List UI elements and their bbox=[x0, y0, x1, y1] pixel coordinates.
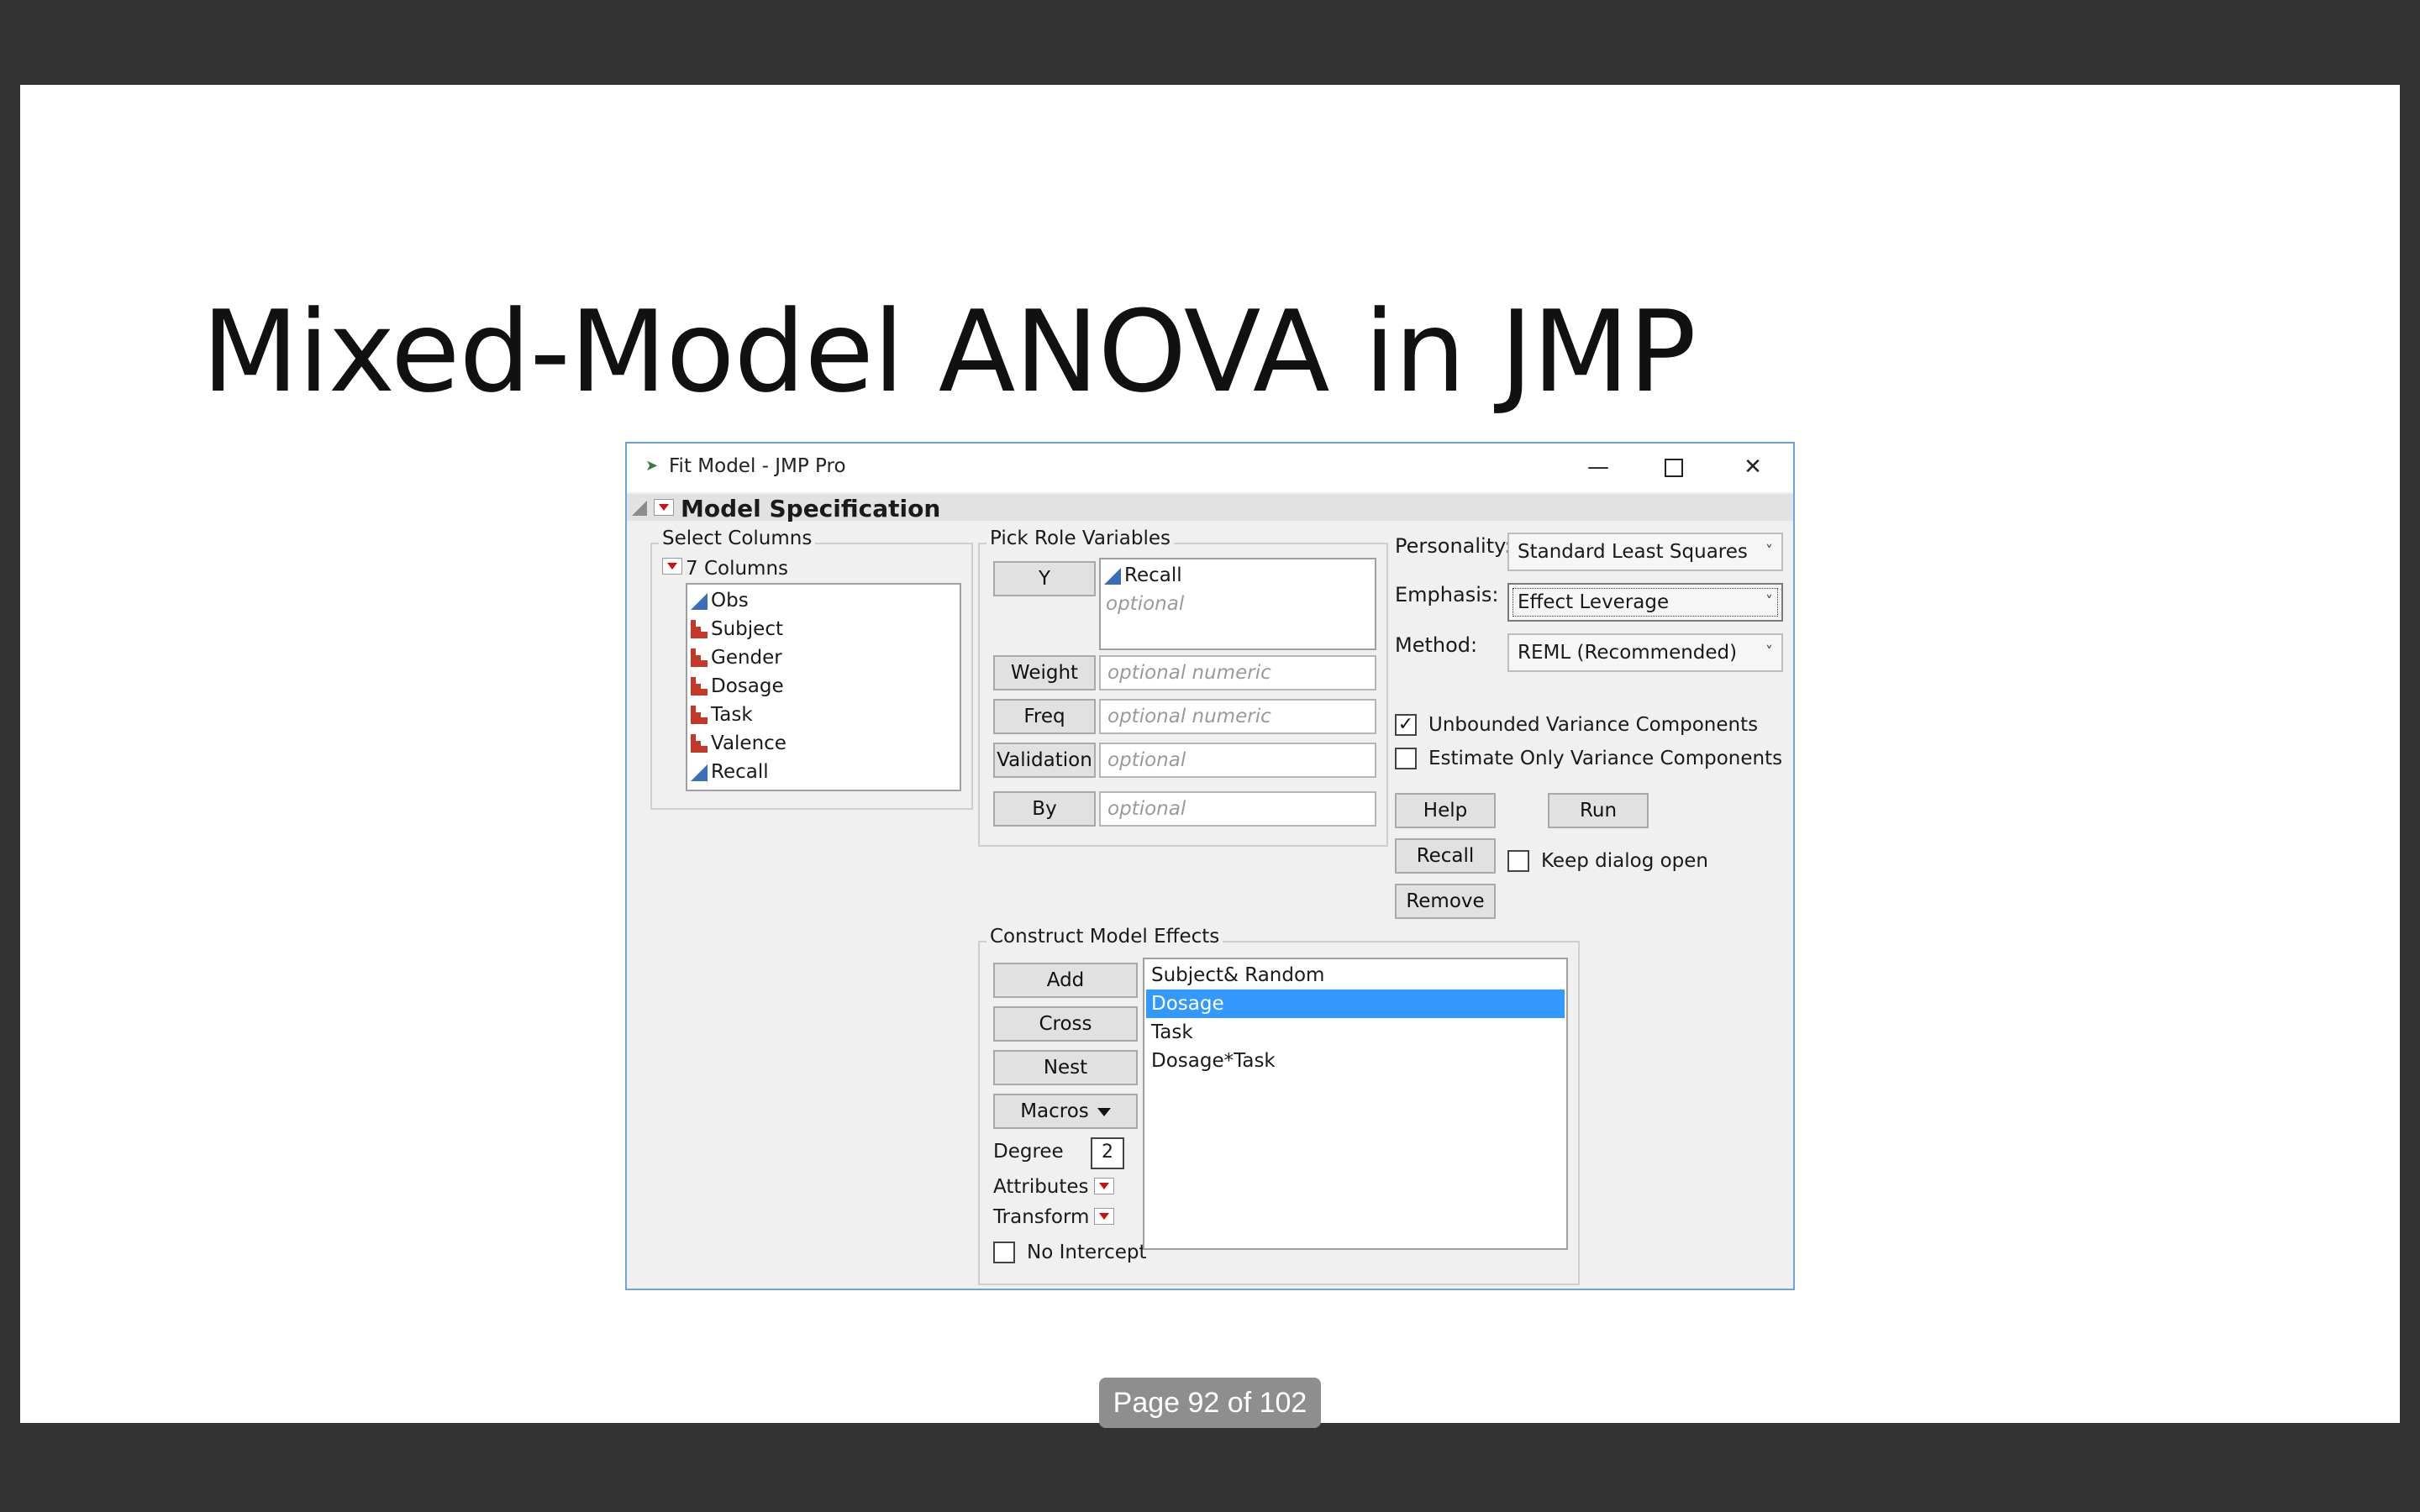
pick-role-variables-label: Pick Role Variables bbox=[986, 528, 1175, 549]
transform-label: Transform bbox=[993, 1206, 1090, 1228]
columns-menu-icon[interactable] bbox=[662, 558, 682, 575]
estimate-only-variance-label: Estimate Only Variance Components bbox=[1428, 748, 1783, 769]
estimate-only-variance-checkbox[interactable] bbox=[1395, 748, 1417, 769]
method-label: Method: bbox=[1395, 633, 1478, 657]
by-role-field[interactable]: optional bbox=[1099, 791, 1376, 827]
macros-button[interactable]: Macros bbox=[993, 1094, 1138, 1129]
degree-label: Degree bbox=[993, 1141, 1064, 1163]
chevron-down-icon: ˅ bbox=[1765, 643, 1773, 661]
window-title: Fit Model - JMP Pro bbox=[669, 455, 846, 477]
effect-item[interactable]: Dosage bbox=[1146, 990, 1565, 1018]
dropdown-arrow-icon bbox=[1097, 1107, 1111, 1116]
method-dropdown[interactable]: REML (Recommended) ˅ bbox=[1507, 633, 1783, 672]
continuous-icon bbox=[691, 593, 708, 610]
nominal-icon bbox=[691, 620, 709, 638]
y-role-value: Recall bbox=[1124, 564, 1182, 586]
keep-dialog-open-label: Keep dialog open bbox=[1541, 850, 1709, 872]
focus-ring bbox=[1512, 588, 1778, 617]
personality-value: Standard Least Squares bbox=[1518, 541, 1748, 563]
column-name: Task bbox=[711, 704, 753, 726]
validation-role-field[interactable]: optional bbox=[1099, 743, 1376, 778]
no-intercept-label: No Intercept bbox=[1027, 1242, 1147, 1263]
disclosure-icon[interactable] bbox=[632, 501, 647, 516]
help-button[interactable]: Help bbox=[1395, 793, 1496, 828]
column-item[interactable]: Dosage bbox=[687, 672, 784, 701]
effect-item[interactable]: Subject& Random bbox=[1146, 961, 1565, 990]
y-role-item[interactable]: Recall bbox=[1101, 561, 1182, 590]
construct-model-effects-label: Construct Model Effects bbox=[986, 926, 1223, 948]
personality-label: Personality: bbox=[1395, 534, 1512, 558]
column-item[interactable]: Subject bbox=[687, 615, 783, 643]
cross-button[interactable]: Cross bbox=[993, 1006, 1138, 1042]
column-item[interactable]: Obs bbox=[687, 586, 749, 615]
model-specification-title: Model Specification bbox=[681, 495, 941, 522]
column-name: Obs bbox=[711, 590, 749, 612]
columns-count: 7 Columns bbox=[686, 558, 789, 580]
weight-role-button[interactable]: Weight bbox=[993, 655, 1096, 690]
unbounded-variance-checkbox[interactable]: ✓ bbox=[1395, 714, 1417, 736]
keep-dialog-open-checkbox[interactable] bbox=[1507, 850, 1529, 872]
jmp-app-icon: ➤ bbox=[645, 457, 659, 475]
nest-button[interactable]: Nest bbox=[993, 1050, 1138, 1085]
red-triangle-menu-icon[interactable] bbox=[654, 499, 674, 516]
weight-role-field[interactable]: optional numeric bbox=[1099, 655, 1376, 690]
degree-input[interactable]: 2 bbox=[1091, 1137, 1124, 1169]
y-role-placeholder: optional bbox=[1106, 593, 1185, 615]
column-name: Recall bbox=[711, 761, 769, 783]
fit-model-dialog: ➤ Fit Model - JMP Pro — ✕ Model Specific… bbox=[625, 442, 1795, 1290]
effect-item[interactable]: Dosage*Task bbox=[1146, 1047, 1565, 1075]
attributes-menu-icon[interactable] bbox=[1094, 1178, 1114, 1194]
macros-label: Macros bbox=[1020, 1100, 1089, 1122]
select-columns-label: Select Columns bbox=[659, 528, 816, 549]
method-value: REML (Recommended) bbox=[1518, 642, 1738, 664]
column-name: Dosage bbox=[711, 675, 784, 697]
emphasis-dropdown[interactable]: Effect Leverage ˅ bbox=[1507, 583, 1783, 622]
nominal-icon bbox=[691, 677, 709, 696]
transform-menu-icon[interactable] bbox=[1094, 1208, 1114, 1225]
minimize-button[interactable]: — bbox=[1580, 450, 1617, 484]
column-item[interactable]: Gender bbox=[687, 643, 782, 672]
column-name: Gender bbox=[711, 647, 782, 669]
maximize-icon bbox=[1665, 458, 1683, 477]
attributes-label: Attributes bbox=[993, 1176, 1089, 1198]
model-effects-list[interactable]: Subject& Random Dosage Task Dosage*Task bbox=[1143, 958, 1568, 1250]
emphasis-label: Emphasis: bbox=[1395, 583, 1499, 606]
slide-title: Mixed-Model ANOVA in JMP bbox=[202, 286, 1697, 417]
columns-list[interactable]: Obs Subject Gender Dosage Task Valence Recall bbox=[686, 583, 961, 791]
y-role-list[interactable]: Recall optional bbox=[1099, 558, 1376, 650]
freq-role-button[interactable]: Freq bbox=[993, 699, 1096, 734]
window-titlebar: ➤ Fit Model - JMP Pro — ✕ bbox=[627, 444, 1793, 492]
column-name: Subject bbox=[711, 618, 783, 640]
validation-role-button[interactable]: Validation bbox=[993, 743, 1096, 778]
unbounded-variance-label: Unbounded Variance Components bbox=[1428, 714, 1759, 736]
run-button[interactable]: Run bbox=[1548, 793, 1649, 828]
nominal-icon bbox=[691, 734, 709, 753]
personality-dropdown[interactable]: Standard Least Squares ˅ bbox=[1507, 533, 1783, 571]
recall-button[interactable]: Recall bbox=[1395, 838, 1496, 874]
chevron-down-icon: ˅ bbox=[1765, 543, 1773, 560]
remove-button[interactable]: Remove bbox=[1395, 884, 1496, 919]
column-item[interactable]: Valence bbox=[687, 729, 786, 758]
effect-item[interactable]: Task bbox=[1146, 1018, 1565, 1047]
column-name: Valence bbox=[711, 732, 786, 754]
chevron-down-icon: ˅ bbox=[1765, 593, 1773, 611]
checkmark-icon: ✓ bbox=[1397, 714, 1414, 735]
y-role-button[interactable]: Y bbox=[993, 561, 1096, 596]
column-item[interactable]: Recall bbox=[687, 758, 769, 786]
close-button[interactable]: ✕ bbox=[1734, 450, 1771, 484]
column-item[interactable]: Task bbox=[687, 701, 753, 729]
by-role-button[interactable]: By bbox=[993, 791, 1096, 827]
no-intercept-checkbox[interactable] bbox=[993, 1242, 1015, 1263]
nominal-icon bbox=[691, 648, 709, 667]
page-indicator: Page 92 of 102 bbox=[1099, 1378, 1321, 1428]
continuous-icon bbox=[1104, 568, 1121, 585]
nominal-icon bbox=[691, 706, 709, 724]
add-effect-button[interactable]: Add bbox=[993, 963, 1138, 998]
freq-role-field[interactable]: optional numeric bbox=[1099, 699, 1376, 734]
maximize-button[interactable] bbox=[1655, 450, 1692, 484]
continuous-icon bbox=[691, 764, 708, 781]
